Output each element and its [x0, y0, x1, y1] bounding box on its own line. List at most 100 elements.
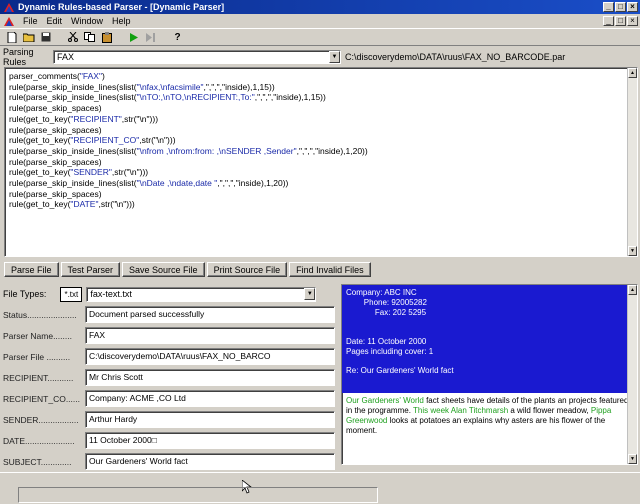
field-label: DATE..................... — [3, 435, 75, 446]
field-label: RECIPIENT_CO...... — [3, 393, 80, 404]
field-value[interactable]: 11 October 2000□ — [85, 432, 335, 449]
preview-highlight: This week Alan Titchmarsh — [413, 406, 509, 415]
chevron-down-icon[interactable]: ▼ — [329, 51, 340, 63]
file-extension-field[interactable]: *.txt — [60, 286, 83, 302]
open-icon[interactable] — [21, 30, 36, 44]
code-line: rule(get_to_key("RECIPIENT",str("\n"))) — [9, 113, 159, 124]
field-label: Parser File .......... — [3, 351, 71, 362]
menu-edit[interactable]: Edit — [47, 16, 63, 26]
preview-line — [346, 327, 633, 337]
chevron-down-icon[interactable]: ▼ — [304, 287, 316, 300]
code-line: rule(get_to_key("SENDER",str("\n"))) — [9, 167, 149, 178]
parsing-rules-select[interactable]: FAX ▼ — [53, 50, 341, 64]
close-button[interactable]: × — [627, 2, 638, 12]
menu-bar: File Edit Window Help — [0, 14, 640, 28]
field-value[interactable]: Our Gardeners' World fact — [85, 453, 335, 470]
preview-scrollbar[interactable]: ▲ ▼ — [627, 285, 637, 464]
code-line: rule(parse_skip_inside_lines(slist("\nTO… — [9, 92, 326, 103]
field-row: DATE..................... 11 October 2000… — [3, 430, 338, 451]
file-select[interactable]: fax-text.txt ▼ — [86, 286, 317, 302]
doc-minimize-button[interactable]: _ — [603, 16, 614, 26]
parsing-rules-label: Parsing Rules — [3, 47, 34, 67]
copy-icon[interactable] — [82, 30, 97, 44]
save-source-file-button[interactable]: Save Source File — [122, 262, 205, 277]
editor-scrollbar[interactable]: ▲ ▼ — [627, 68, 637, 256]
field-label: SUBJECT............. — [3, 456, 72, 467]
field-row: SENDER................. Arthur Hardy — [3, 409, 338, 430]
document-preview[interactable]: Company: ABC INC Phone: 92005282 Fax: 20… — [341, 284, 638, 465]
field-value[interactable]: C:\discoverydemo\DATA\ruus\FAX_NO_BARCO — [85, 348, 335, 365]
preview-line — [346, 317, 633, 327]
title-bar: Dynamic Rules-based Parser - [Dynamic Pa… — [0, 0, 640, 14]
maximize-button[interactable]: □ — [615, 2, 626, 12]
find-invalid-files-button[interactable]: Find Invalid Files — [289, 262, 371, 277]
save-icon[interactable] — [38, 30, 53, 44]
field-label: Parser Name........ — [3, 330, 72, 341]
print-source-file-button[interactable]: Print Source File — [206, 262, 288, 277]
code-line: parser_comments("FAX") — [9, 71, 105, 81]
field-row: RECIPIENT_CO...... Company: ACME ,CO Ltd — [3, 388, 338, 409]
preview-line: Phone: 92005282 — [346, 297, 427, 307]
field-row: Parser Name........ FAX — [3, 325, 338, 346]
field-value[interactable]: Company: ACME ,CO Ltd — [85, 390, 335, 407]
scroll-up-icon[interactable]: ▲ — [628, 285, 637, 295]
app-icon — [4, 2, 14, 12]
preview-line: Date: 11 October 2000 — [346, 336, 427, 346]
cut-icon[interactable] — [65, 30, 80, 44]
preview-text: a wild flower meadow, — [508, 406, 591, 415]
run-icon[interactable] — [126, 30, 141, 44]
rules-code: parser_comments("FAX") rule(parse_skip_in… — [9, 71, 633, 210]
parse-file-button[interactable]: Parse File — [4, 262, 59, 277]
parsing-rules-row: Parsing Rules FAX ▼ C:\discoverydemo\DAT… — [0, 47, 640, 67]
code-line: rule(parse_skip_inside_lines(slist("\nfa… — [9, 81, 275, 92]
parse-results: File Types: *.txt fax-text.txt ▼ Status.… — [3, 284, 338, 494]
preview-line: Fax: 202 5295 — [346, 307, 427, 317]
menu-help[interactable]: Help — [112, 16, 131, 26]
scroll-up-icon[interactable]: ▲ — [628, 68, 637, 78]
status-bar — [0, 472, 640, 504]
code-line: rule(parse_skip_spaces) — [9, 188, 102, 199]
code-line: rule(parse_skip_inside_lines(slist("\nDa… — [9, 178, 289, 189]
minimize-button[interactable]: _ — [603, 2, 614, 12]
code-line: rule(parse_skip_inside_lines(slist("\nfr… — [9, 145, 368, 156]
window-title: Dynamic Rules-based Parser - [Dynamic Pa… — [18, 2, 225, 12]
document-icon[interactable] — [4, 16, 14, 26]
code-line: rule(parse_skip_spaces) — [9, 124, 102, 135]
field-value[interactable]: Mr Chris Scott — [85, 369, 335, 386]
field-label: RECIPIENT........... — [3, 372, 74, 383]
field-value[interactable]: FAX — [85, 327, 335, 344]
menu-file[interactable]: File — [23, 16, 38, 26]
preview-line: Company: ABC INC — [346, 288, 417, 297]
code-line: rule(get_to_key("DATE",str("\n"))) — [9, 199, 135, 210]
rules-editor[interactable]: parser_comments("FAX") rule(parse_skip_in… — [4, 67, 638, 257]
file-types-row: File Types: *.txt fax-text.txt ▼ — [3, 284, 338, 304]
field-row: Status..................... Document pars… — [3, 304, 338, 325]
field-value[interactable]: Document parsed successfully — [85, 306, 335, 323]
code-line: rule(get_to_key("RECIPIENT_CO",str("\n")… — [9, 135, 176, 146]
preview-highlight: Our Gardeners' World — [346, 396, 424, 405]
step-icon[interactable] — [143, 30, 158, 44]
scroll-down-icon[interactable]: ▼ — [628, 246, 637, 256]
paste-icon[interactable] — [99, 30, 114, 44]
code-line: rule(parse_skip_spaces) — [9, 103, 102, 114]
test-parser-button[interactable]: Test Parser — [60, 262, 121, 277]
field-row: Parser File .......... C:\discoverydemo\D… — [3, 346, 338, 367]
code-line: rule(parse_skip_spaces) — [9, 156, 102, 167]
menu-window[interactable]: Window — [71, 16, 103, 26]
preview-line: Pages including cover: 1 — [346, 346, 434, 356]
field-value[interactable]: Arthur Hardy — [85, 411, 335, 428]
parsing-rules-value: FAX — [57, 52, 75, 62]
preview-selection: Company: ABC INC Phone: 92005282 Fax: 20… — [342, 285, 637, 393]
preview-line: Re: Our Gardeners' World fact — [346, 366, 454, 376]
scroll-down-icon[interactable]: ▼ — [628, 454, 637, 464]
field-row: RECIPIENT........... Mr Chris Scott — [3, 367, 338, 388]
file-types-label: File Types: — [3, 289, 47, 299]
toolbar: ? — [0, 28, 640, 46]
action-buttons: Parse File Test Parser Save Source File … — [4, 262, 371, 278]
doc-restore-button[interactable]: □ — [615, 16, 626, 26]
preview-body: Our Gardeners' World fact sheets have de… — [342, 393, 637, 439]
doc-close-button[interactable]: × — [627, 16, 638, 26]
field-row: SUBJECT............. Our Gardeners' World… — [3, 451, 338, 472]
help-icon[interactable]: ? — [170, 30, 185, 44]
new-icon[interactable] — [4, 30, 19, 44]
